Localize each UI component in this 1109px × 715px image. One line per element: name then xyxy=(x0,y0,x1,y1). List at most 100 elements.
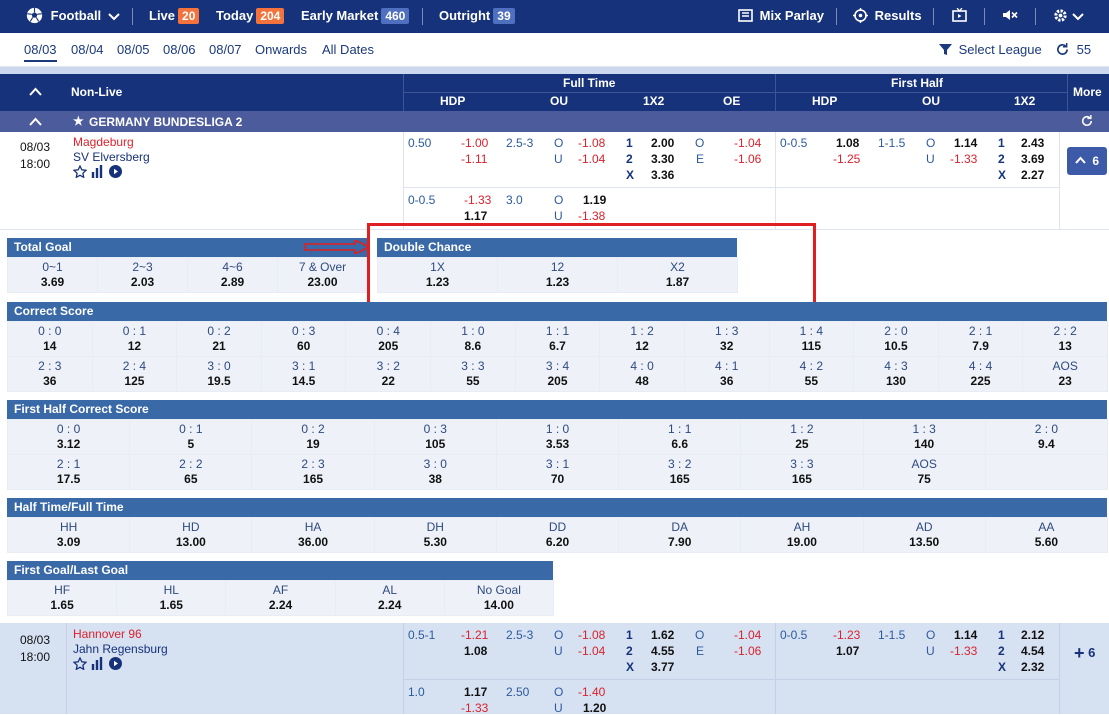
date-tab-0807[interactable]: 08/07 xyxy=(209,42,242,57)
odds-cell[interactable]: No Goal 14.00 xyxy=(444,581,553,615)
odds-cell[interactable]: DA 7.90 xyxy=(619,518,741,552)
odds-cell[interactable]: 1 : 2 25 xyxy=(741,420,863,454)
favorite-star-icon[interactable] xyxy=(73,165,87,178)
ft-under-odds-alt[interactable]: -1.38 xyxy=(578,209,605,223)
fh-hdp-away-odds[interactable]: 1.07 xyxy=(836,644,859,658)
odds-cell[interactable]: 0 : 3 105 xyxy=(374,420,496,454)
expand-more-button[interactable]: + 6 xyxy=(1074,643,1095,664)
date-tab-0804[interactable]: 08/04 xyxy=(71,42,104,57)
odds-cell[interactable]: 3 : 2 165 xyxy=(619,455,741,489)
ft-under-odds[interactable]: -1.04 xyxy=(578,152,605,166)
odds-cell[interactable]: 0 : 2 21 xyxy=(177,322,261,356)
fh-under-odds[interactable]: -1.33 xyxy=(950,152,977,166)
ft-odd-odds[interactable]: -1.04 xyxy=(734,136,761,150)
odds-cell[interactable]: 4~6 2.89 xyxy=(188,258,277,292)
ft-hdp-home-odds-alt[interactable]: 1.17 xyxy=(464,685,487,699)
ft-even-odds[interactable]: -1.06 xyxy=(734,644,761,658)
fh-2-odds[interactable]: 3.69 xyxy=(1021,152,1044,166)
odds-cell[interactable]: 2 : 2 13 xyxy=(1023,322,1107,356)
odds-cell[interactable]: 1 : 0 8.6 xyxy=(431,322,515,356)
odds-cell[interactable]: 3 : 2 22 xyxy=(346,357,431,391)
odds-cell[interactable]: 1 : 1 6.6 xyxy=(619,420,741,454)
odds-cell[interactable]: 4 : 3 130 xyxy=(854,357,938,391)
odds-cell[interactable]: AF 2.24 xyxy=(226,581,335,615)
ft-over-odds-alt[interactable]: -1.40 xyxy=(578,685,605,699)
date-tab-0803[interactable]: 08/03 xyxy=(24,42,57,62)
mix-parlay-button[interactable]: Mix Parlay xyxy=(738,0,824,33)
odds-cell[interactable]: 1 : 2 12 xyxy=(600,322,684,356)
odds-cell[interactable]: 2 : 3 36 xyxy=(8,357,92,391)
ft-under-odds[interactable]: -1.04 xyxy=(578,644,605,658)
odds-cell[interactable]: DD 6.20 xyxy=(496,518,619,552)
date-tab-0806[interactable]: 08/06 xyxy=(163,42,196,57)
odds-cell[interactable]: 1 : 0 3.53 xyxy=(496,420,619,454)
league-header[interactable]: ★ GERMANY BUNDESLIGA 2 xyxy=(0,111,1109,132)
odds-cell[interactable]: 0 : 0 14 xyxy=(8,322,92,356)
ft-x-odds[interactable]: 3.36 xyxy=(651,168,674,182)
odds-cell[interactable]: 3 : 1 70 xyxy=(496,455,619,489)
odds-cell[interactable]: 4 : 1 36 xyxy=(684,357,769,391)
ft-even-odds[interactable]: -1.06 xyxy=(734,152,761,166)
ft-hdp-away-odds[interactable]: 1.08 xyxy=(464,644,487,658)
odds-cell[interactable]: 1 : 3 140 xyxy=(863,420,985,454)
stats-icon[interactable] xyxy=(91,165,104,178)
ft-2-odds[interactable]: 4.55 xyxy=(651,644,674,658)
ft-2-odds[interactable]: 3.30 xyxy=(651,152,674,166)
ft-1-odds[interactable]: 1.62 xyxy=(651,628,674,642)
play-circle-icon[interactable] xyxy=(109,165,122,178)
fh-over-odds[interactable]: 1.14 xyxy=(954,136,977,150)
odds-cell[interactable]: 1 : 4 115 xyxy=(769,322,854,356)
nav-early-market[interactable]: Early Market 460 xyxy=(301,0,410,33)
fh-over-odds[interactable]: 1.14 xyxy=(954,628,977,642)
stats-icon[interactable] xyxy=(91,657,104,670)
odds-cell[interactable]: 4 : 2 55 xyxy=(769,357,854,391)
refresh-icon[interactable] xyxy=(1081,115,1093,127)
odds-cell[interactable]: 2 : 2 65 xyxy=(130,455,252,489)
settings-button[interactable] xyxy=(1053,0,1084,33)
odds-cell[interactable]: 0 : 15 xyxy=(130,420,252,454)
ft-hdp-away-odds[interactable]: -1.11 xyxy=(461,152,487,166)
odds-cell[interactable]: DH 5.30 xyxy=(374,518,496,552)
odds-cell[interactable]: 1 : 1 6.7 xyxy=(515,322,600,356)
sport-selector[interactable]: Football xyxy=(26,0,120,33)
select-league-button[interactable]: Select League xyxy=(939,42,1042,57)
odds-cell[interactable]: HD 13.00 xyxy=(130,518,252,552)
results-button[interactable]: Results xyxy=(853,0,922,33)
ft-over-odds-alt[interactable]: 1.19 xyxy=(583,193,606,207)
star-icon[interactable]: ★ xyxy=(73,114,84,128)
odds-cell[interactable]: 7 & Over 23.00 xyxy=(278,258,367,292)
odds-cell[interactable]: 3 : 4 205 xyxy=(515,357,600,391)
odds-cell[interactable] xyxy=(985,455,1107,489)
odds-cell[interactable]: AA 5.60 xyxy=(985,518,1107,552)
fh-x-odds[interactable]: 2.27 xyxy=(1021,168,1044,182)
ft-under-odds-alt[interactable]: 1.20 xyxy=(583,701,606,715)
ft-odd-odds[interactable]: -1.04 xyxy=(734,628,761,642)
odds-cell[interactable]: 4 : 4 225 xyxy=(938,357,1023,391)
odds-cell[interactable]: 0~1 3.69 xyxy=(8,258,97,292)
nav-outright[interactable]: Outright 39 xyxy=(439,0,515,33)
play-circle-icon[interactable] xyxy=(109,657,122,670)
fh-hdp-home-odds[interactable]: -1.23 xyxy=(833,628,860,642)
odds-cell[interactable]: 0 : 4 205 xyxy=(346,322,431,356)
odds-cell[interactable]: 3 : 3 55 xyxy=(431,357,515,391)
date-tab-0805[interactable]: 08/05 xyxy=(117,42,150,57)
ft-hdp-home-odds[interactable]: -1.21 xyxy=(461,628,488,642)
ft-hdp-home-odds-alt[interactable]: -1.33 xyxy=(464,193,491,207)
odds-cell[interactable]: AD 13.50 xyxy=(863,518,985,552)
sound-button[interactable] xyxy=(1002,0,1018,33)
fh-1-odds[interactable]: 2.12 xyxy=(1021,628,1044,642)
odds-cell[interactable]: HH 3.09 xyxy=(8,518,130,552)
nav-today[interactable]: Today 204 xyxy=(216,0,285,33)
odds-cell[interactable]: 1 : 3 32 xyxy=(684,322,769,356)
odds-cell[interactable]: 2~3 2.03 xyxy=(98,258,187,292)
collapse-all-icon[interactable] xyxy=(29,87,42,96)
ft-over-odds[interactable]: -1.08 xyxy=(578,628,605,642)
odds-cell[interactable]: 0 : 0 3.12 xyxy=(8,420,130,454)
odds-cell[interactable]: HA 36.00 xyxy=(252,518,374,552)
collapse-league-icon[interactable] xyxy=(29,117,42,126)
odds-cell[interactable]: 0 : 2 19 xyxy=(252,420,374,454)
ft-1-odds[interactable]: 2.00 xyxy=(651,136,674,150)
ft-over-odds[interactable]: -1.08 xyxy=(578,136,605,150)
odds-cell[interactable]: 0 : 1 12 xyxy=(92,322,177,356)
odds-cell[interactable]: HL 1.65 xyxy=(117,581,226,615)
